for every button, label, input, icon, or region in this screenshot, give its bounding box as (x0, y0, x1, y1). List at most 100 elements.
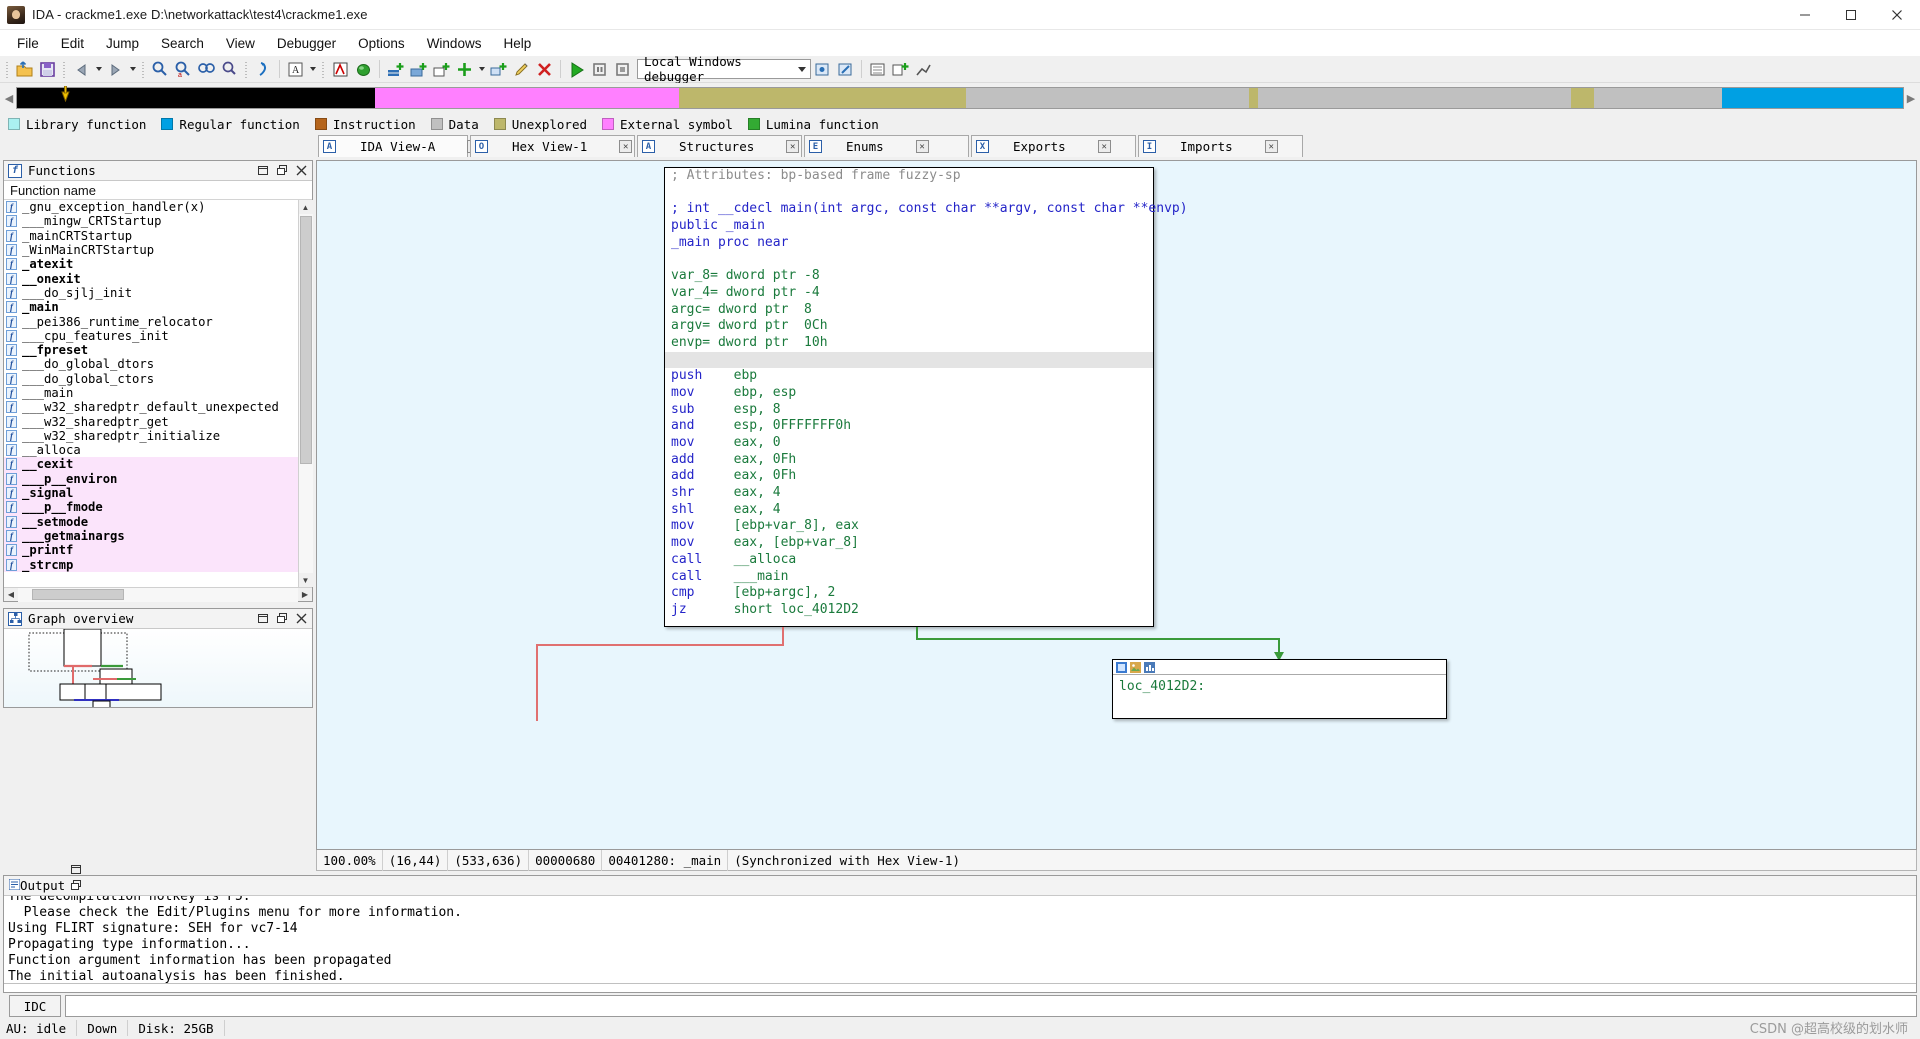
tab-close-icon[interactable]: ✕ (1264, 140, 1278, 153)
function-list-item[interactable]: f ___p__environ (4, 471, 298, 486)
function-list-item[interactable]: f _WinMainCRTStartup (4, 243, 298, 257)
edit-icon[interactable] (511, 59, 532, 80)
navigator-segment-1[interactable] (1593, 88, 1722, 108)
function-list-item[interactable]: f __alloca (4, 443, 298, 457)
add-breakpoint-icon[interactable] (385, 59, 406, 80)
delete-icon[interactable] (534, 59, 555, 80)
functions-maximize-button[interactable] (274, 163, 290, 179)
functions-vscroll-thumb[interactable] (299, 216, 312, 464)
stop-debugger-icon[interactable] (612, 59, 633, 80)
functions-close-button[interactable] (293, 163, 309, 179)
add-struct-icon[interactable] (431, 59, 452, 80)
function-list-item[interactable]: f ___do_global_dtors (4, 357, 298, 371)
function-list-item[interactable]: f ___getmainargs (4, 528, 298, 544)
functions-hscroll-thumb[interactable] (32, 588, 124, 600)
attach-process-icon[interactable] (835, 59, 856, 80)
function-list-item[interactable]: f ___w32_sharedptr_get (4, 414, 298, 429)
chevron-down-icon[interactable] (798, 67, 806, 72)
function-list-item[interactable]: f __setmode (4, 514, 298, 529)
navigate-forward-icon[interactable] (105, 59, 126, 80)
jump-icon[interactable] (253, 59, 274, 80)
run-debugger-icon[interactable] (566, 59, 587, 80)
function-list-item[interactable]: f __fpreset (4, 343, 298, 357)
add-comment-icon[interactable] (488, 59, 509, 80)
output-text-clip[interactable]: The decompilation hotkey is F5. Please c… (4, 896, 1916, 992)
navigator-segment-2[interactable] (1571, 88, 1594, 108)
functions-vertical-scrollbar[interactable]: ▲ ▼ (298, 200, 313, 587)
graph-close-button[interactable] (293, 611, 309, 627)
tab-close-icon[interactable]: ✕ (1097, 140, 1111, 153)
disassembly-node-main[interactable]: ; Attributes: bp-based frame fuzzy-sp ; … (664, 167, 1188, 627)
menu-debugger[interactable]: Debugger (266, 33, 347, 54)
functions-horizontal-scrollbar[interactable]: ◀ ▶ (4, 587, 312, 602)
navigator-scroll-left-icon[interactable]: ◀ (2, 83, 16, 113)
tab-close-icon[interactable]: ✕ (619, 140, 633, 153)
function-list-item[interactable]: f __onexit (4, 271, 298, 286)
function-list-item[interactable]: f ___p__fmode (4, 500, 298, 515)
add-item-dropdown-icon[interactable] (476, 59, 487, 80)
debugger-options-icon[interactable] (812, 59, 833, 80)
text-view-dropdown-icon[interactable] (307, 59, 318, 80)
function-name-column-header[interactable]: Function name (4, 181, 312, 200)
menu-options[interactable]: Options (347, 33, 416, 54)
tab-ida-view-a[interactable]: AIDA View-A✕ (318, 135, 481, 157)
graph-overview-canvas[interactable] (4, 629, 312, 707)
navigator-segment-7[interactable] (375, 88, 679, 108)
navigator-segment-4[interactable] (1248, 88, 1258, 108)
function-list-item[interactable]: f _printf (4, 543, 298, 558)
disassembly-node-loc4012d2[interactable]: loc_4012D2: (1112, 659, 1447, 719)
menu-file[interactable]: File (6, 33, 50, 54)
function-list-item[interactable]: f ___mingw_CRTStartup (4, 214, 298, 228)
navigator-segment-8[interactable] (17, 88, 376, 108)
minimize-button[interactable] (1782, 0, 1828, 30)
menu-help[interactable]: Help (492, 33, 542, 54)
toolbar-grip-3[interactable] (140, 59, 147, 79)
scroll-up-icon[interactable]: ▲ (298, 200, 313, 214)
tab-close-icon[interactable]: ✕ (786, 140, 800, 153)
save-icon[interactable] (37, 59, 58, 80)
add-function-icon[interactable] (408, 59, 429, 80)
text-view-icon[interactable]: A (285, 59, 306, 80)
pause-debugger-icon[interactable] (589, 59, 610, 80)
navigator-scroll-right-icon[interactable]: ▶ (1904, 83, 1918, 113)
menu-edit[interactable]: Edit (50, 33, 95, 54)
search-next-icon[interactable]: a (173, 59, 194, 80)
maximize-button[interactable] (1828, 0, 1874, 30)
graph-restore-button[interactable] (255, 611, 271, 627)
function-list-item[interactable]: f _gnu_exception_handler(x) (4, 200, 298, 214)
graph-maximize-button[interactable] (274, 611, 290, 627)
functions-hscroll-track[interactable] (18, 587, 298, 602)
function-list-item[interactable]: f ___main (4, 386, 298, 400)
tab-exports[interactable]: X Exports ✕ (971, 135, 1136, 157)
navigator-band[interactable] (16, 85, 1904, 109)
function-list-item[interactable]: f _signal (4, 485, 298, 501)
tab-close-icon[interactable]: ✕ (915, 140, 929, 153)
menu-search[interactable]: Search (150, 33, 215, 54)
function-list-item[interactable]: f __pei386_runtime_relocator (4, 314, 298, 329)
menu-windows[interactable]: Windows (416, 33, 493, 54)
function-list-item[interactable]: f ___w32_sharedptr_default_unexpected (4, 400, 298, 414)
graph-view-icon[interactable] (330, 59, 351, 80)
output-maximize-button[interactable] (68, 878, 84, 894)
search-icon[interactable] (150, 59, 171, 80)
image-icon[interactable] (1130, 661, 1141, 673)
function-list-item[interactable]: f ___do_sjlj_init (4, 286, 298, 300)
toolbar-grip-4[interactable] (243, 59, 250, 79)
run-to-cursor-icon[interactable] (353, 59, 374, 80)
function-list-item[interactable]: f __cexit (4, 457, 298, 472)
tab-enums[interactable]: E Enums ✕ (804, 135, 969, 157)
bookmark-icon[interactable] (1116, 661, 1127, 673)
functions-restore-button[interactable] (255, 163, 271, 179)
search-text-icon[interactable] (219, 59, 240, 80)
functions-list[interactable]: f _gnu_exception_handler(x) f ___mingw_CRTS… (4, 200, 298, 587)
add-item-icon[interactable] (454, 59, 475, 80)
chart-icon[interactable] (1144, 661, 1155, 673)
scroll-down-icon[interactable]: ▼ (298, 573, 313, 587)
navigator-segment-3[interactable] (1257, 88, 1572, 108)
scroll-right-icon[interactable]: ▶ (298, 588, 312, 602)
navigator-segment-0[interactable] (1721, 88, 1903, 108)
open-file-icon[interactable] (14, 59, 35, 80)
function-list-item[interactable]: f _atexit (4, 257, 298, 271)
toolbar-grip[interactable] (4, 59, 11, 79)
toolbar-grip-2[interactable] (61, 59, 68, 79)
